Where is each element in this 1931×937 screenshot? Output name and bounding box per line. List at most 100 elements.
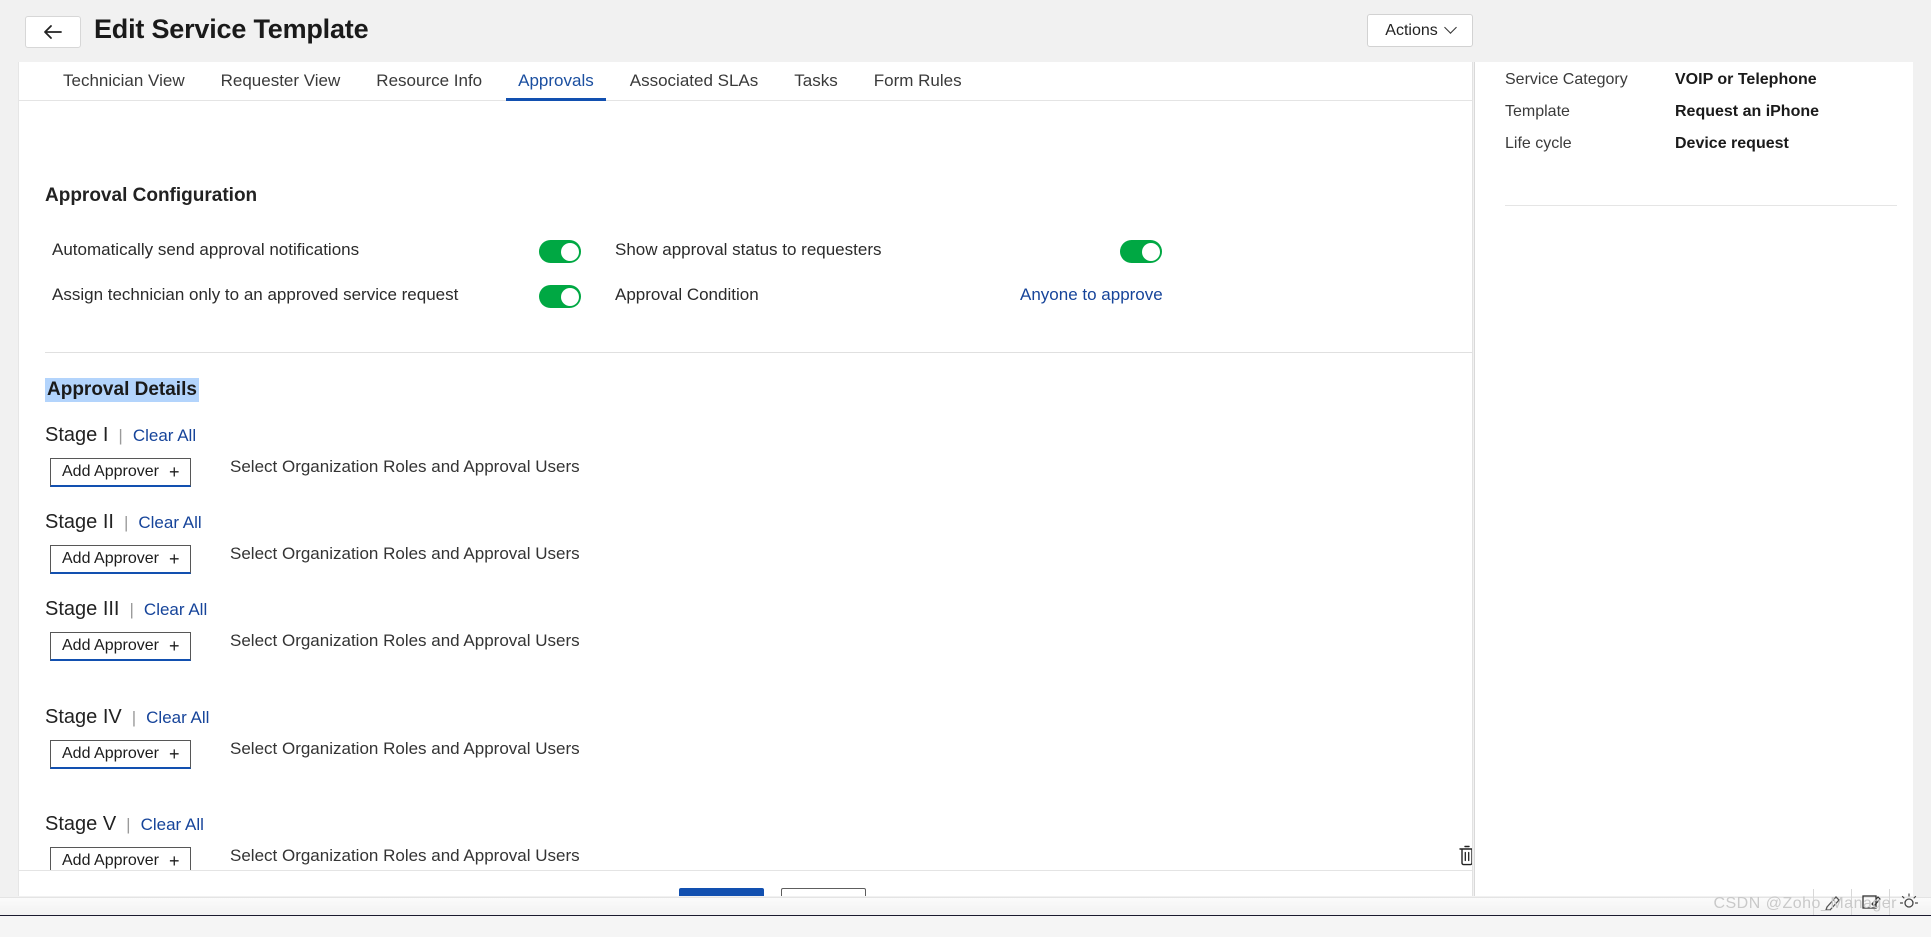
plus-icon: + bbox=[168, 851, 180, 871]
stage-separator: | bbox=[126, 815, 131, 834]
info-label: Life cycle bbox=[1505, 135, 1572, 152]
toggle-assign-technician[interactable] bbox=[539, 285, 581, 308]
add-approver-label: Add Approver bbox=[62, 550, 159, 567]
tab-technician-view[interactable]: Technician View bbox=[45, 62, 203, 100]
setting-label-assign-technician: Assign technician only to an approved se… bbox=[52, 285, 459, 304]
main-content-card: Technician View Requester View Resource … bbox=[18, 62, 1473, 896]
actions-button[interactable]: Actions bbox=[1367, 14, 1473, 47]
add-approver-label: Add Approver bbox=[62, 745, 159, 762]
chevron-down-icon bbox=[1443, 21, 1457, 34]
stage-header: Stage I | Clear All bbox=[45, 424, 196, 447]
approval-configuration-heading: Approval Configuration bbox=[45, 185, 258, 206]
info-label: Service Category bbox=[1505, 71, 1628, 88]
app-root: Edit Service Template Actions Technician… bbox=[0, 0, 1931, 937]
stage-block-2: Stage II | Clear All Add Approver + Sele… bbox=[19, 511, 1472, 601]
stage-name: Stage II bbox=[45, 511, 114, 533]
stage-name: Stage V bbox=[45, 813, 117, 835]
info-value: Device request bbox=[1675, 135, 1789, 152]
note-edit-icon[interactable] bbox=[1851, 889, 1889, 915]
info-label: Template bbox=[1505, 103, 1570, 120]
stage-separator: | bbox=[118, 426, 123, 445]
tab-label: Approvals bbox=[518, 71, 594, 90]
cancel-button[interactable] bbox=[781, 888, 866, 896]
stage-separator: | bbox=[129, 600, 134, 619]
page-title: Edit Service Template bbox=[94, 14, 369, 44]
brightness-icon[interactable] bbox=[1889, 889, 1927, 915]
stage-header: Stage V | Clear All bbox=[45, 813, 204, 836]
stage-name: Stage I bbox=[45, 424, 109, 446]
add-approver-label: Add Approver bbox=[62, 852, 159, 869]
add-approver-button-stage-3[interactable]: Add Approver + bbox=[50, 632, 192, 661]
toggle-auto-send-notifications[interactable] bbox=[539, 240, 581, 263]
back-button[interactable] bbox=[25, 16, 81, 48]
tab-label: Requester View bbox=[220, 71, 341, 90]
tab-approvals[interactable]: Approvals bbox=[500, 62, 612, 101]
toggle-knob bbox=[1141, 242, 1160, 261]
arrow-left-icon bbox=[42, 23, 64, 41]
stage-hint-text: Select Organization Roles and Approval U… bbox=[230, 457, 580, 476]
toggle-knob bbox=[560, 287, 579, 306]
stage-block-3: Stage III | Clear All Add Approver + Sel… bbox=[19, 598, 1472, 688]
panel-divider bbox=[1505, 205, 1897, 206]
tab-requester-view[interactable]: Requester View bbox=[203, 62, 359, 100]
clear-all-link-stage-2[interactable]: Clear All bbox=[138, 513, 201, 533]
stage-block-1: Stage I | Clear All Add Approver + Selec… bbox=[19, 424, 1472, 514]
add-approver-button-stage-2[interactable]: Add Approver + bbox=[50, 545, 192, 574]
clear-all-link-stage-5[interactable]: Clear All bbox=[141, 815, 204, 835]
setting-label-approval-condition: Approval Condition bbox=[615, 285, 759, 304]
info-row-template: Template Request an iPhone bbox=[1475, 103, 1914, 125]
approval-details-heading: Approval Details bbox=[45, 378, 199, 402]
tab-label: Resource Info bbox=[376, 71, 483, 90]
tab-label: Tasks bbox=[794, 71, 838, 90]
add-approver-label: Add Approver bbox=[62, 637, 159, 654]
tab-label: Technician View bbox=[63, 71, 185, 90]
section-divider bbox=[45, 352, 1472, 353]
stage-header: Stage IV | Clear All bbox=[45, 706, 209, 729]
system-tray bbox=[1813, 889, 1927, 915]
stage-block-4: Stage IV | Clear All Add Approver + Sele… bbox=[19, 706, 1472, 796]
stage-hint-text: Select Organization Roles and Approval U… bbox=[230, 739, 580, 758]
status-bar bbox=[0, 897, 1931, 915]
stage-name: Stage IV bbox=[45, 706, 122, 728]
clear-all-link-stage-1[interactable]: Clear All bbox=[133, 426, 196, 446]
template-info-panel: Service Category VOIP or Telephone Templ… bbox=[1474, 62, 1913, 896]
toggle-knob bbox=[560, 242, 579, 261]
stage-name: Stage III bbox=[45, 598, 120, 620]
add-approver-button-stage-1[interactable]: Add Approver + bbox=[50, 458, 192, 487]
stage-hint-text: Select Organization Roles and Approval U… bbox=[230, 544, 580, 563]
stage-hint-text: Select Organization Roles and Approval U… bbox=[230, 631, 580, 650]
setting-label-auto-send-notifications: Automatically send approval notification… bbox=[52, 240, 360, 259]
stage-header: Stage III | Clear All bbox=[45, 598, 207, 621]
tab-associated-slas[interactable]: Associated SLAs bbox=[612, 62, 777, 100]
stage-header: Stage II | Clear All bbox=[45, 511, 202, 534]
trash-icon[interactable] bbox=[1456, 843, 1472, 867]
actions-button-label: Actions bbox=[1385, 21, 1438, 39]
stage-separator: | bbox=[131, 708, 137, 727]
stage-separator: | bbox=[123, 513, 129, 532]
save-button[interactable] bbox=[679, 888, 764, 896]
stage-hint-text: Select Organization Roles and Approval U… bbox=[230, 846, 580, 865]
tab-label: Associated SLAs bbox=[629, 71, 759, 90]
tab-label: Form Rules bbox=[873, 71, 962, 90]
plus-icon: + bbox=[168, 549, 180, 569]
tab-resource-info[interactable]: Resource Info bbox=[358, 62, 500, 100]
add-approver-label: Add Approver bbox=[62, 463, 159, 480]
toggle-show-approval-status[interactable] bbox=[1120, 240, 1162, 263]
approval-condition-link[interactable]: Anyone to approve bbox=[1020, 285, 1163, 305]
setting-label-show-approval-status: Show approval status to requesters bbox=[615, 240, 882, 259]
form-footer bbox=[19, 870, 1472, 896]
page-header: Edit Service Template Actions bbox=[0, 0, 1931, 62]
plus-icon: + bbox=[168, 744, 180, 764]
clear-all-link-stage-3[interactable]: Clear All bbox=[144, 600, 207, 620]
pen-edit-icon[interactable] bbox=[1813, 889, 1851, 915]
plus-icon: + bbox=[168, 462, 180, 482]
tab-form-rules[interactable]: Form Rules bbox=[856, 62, 980, 100]
info-row-service-category: Service Category VOIP or Telephone bbox=[1475, 71, 1914, 93]
tab-bar: Technician View Requester View Resource … bbox=[19, 62, 1472, 101]
info-value: Request an iPhone bbox=[1675, 103, 1820, 120]
tab-tasks[interactable]: Tasks bbox=[776, 62, 855, 100]
add-approver-button-stage-4[interactable]: Add Approver + bbox=[50, 740, 192, 769]
info-row-life-cycle: Life cycle Device request bbox=[1475, 135, 1914, 157]
info-value: VOIP or Telephone bbox=[1675, 71, 1817, 88]
clear-all-link-stage-4[interactable]: Clear All bbox=[146, 708, 209, 728]
